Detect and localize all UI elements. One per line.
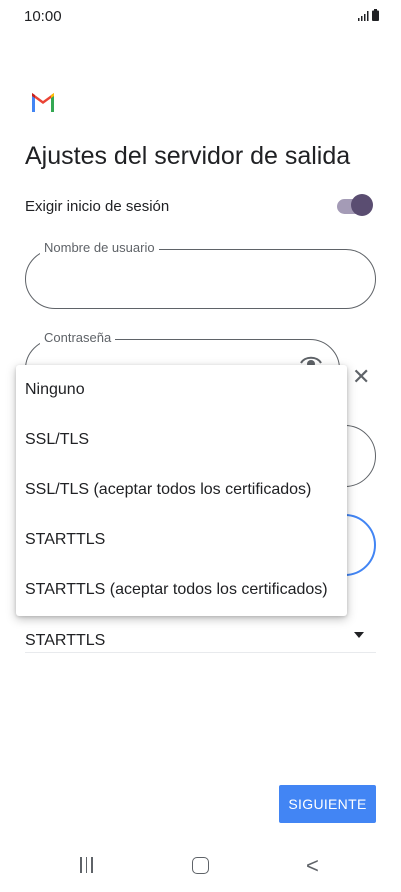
username-field[interactable]: Nombre de usuario xyxy=(25,240,376,309)
page-title: Ajustes del servidor de salida xyxy=(25,142,351,170)
menu-item-starttls[interactable]: STARTTLS xyxy=(16,515,347,565)
gmail-logo xyxy=(32,93,54,112)
password-label: Contraseña xyxy=(40,330,116,345)
recents-icon[interactable] xyxy=(80,857,93,873)
battery-icon xyxy=(372,9,379,21)
security-type-menu: Ninguno SSL/TLS SSL/TLS (aceptar todos l… xyxy=(16,365,347,616)
back-icon[interactable]: < xyxy=(306,855,319,877)
select-underline xyxy=(25,652,376,653)
close-icon[interactable]: ✕ xyxy=(352,366,370,388)
next-button[interactable]: SIGUIENTE xyxy=(279,785,376,823)
signal-icon xyxy=(358,11,369,21)
security-type-select[interactable]: STARTTLS xyxy=(25,632,105,650)
status-time: 10:00 xyxy=(24,8,62,25)
dropdown-arrow-icon[interactable] xyxy=(354,632,364,638)
require-signin-toggle[interactable] xyxy=(337,194,373,216)
toggle-thumb xyxy=(351,194,373,216)
username-label: Nombre de usuario xyxy=(40,240,159,255)
require-signin-label: Exigir inicio de sesión xyxy=(25,198,170,215)
menu-item-ssl-tls-all-certs[interactable]: SSL/TLS (aceptar todos los certificados) xyxy=(16,465,347,515)
status-icons xyxy=(358,9,379,21)
home-icon[interactable] xyxy=(192,857,209,874)
menu-item-ninguno[interactable]: Ninguno xyxy=(16,365,347,415)
menu-item-starttls-all-certs[interactable]: STARTTLS (aceptar todos los certificados… xyxy=(16,565,347,615)
menu-item-ssl-tls[interactable]: SSL/TLS xyxy=(16,415,347,465)
